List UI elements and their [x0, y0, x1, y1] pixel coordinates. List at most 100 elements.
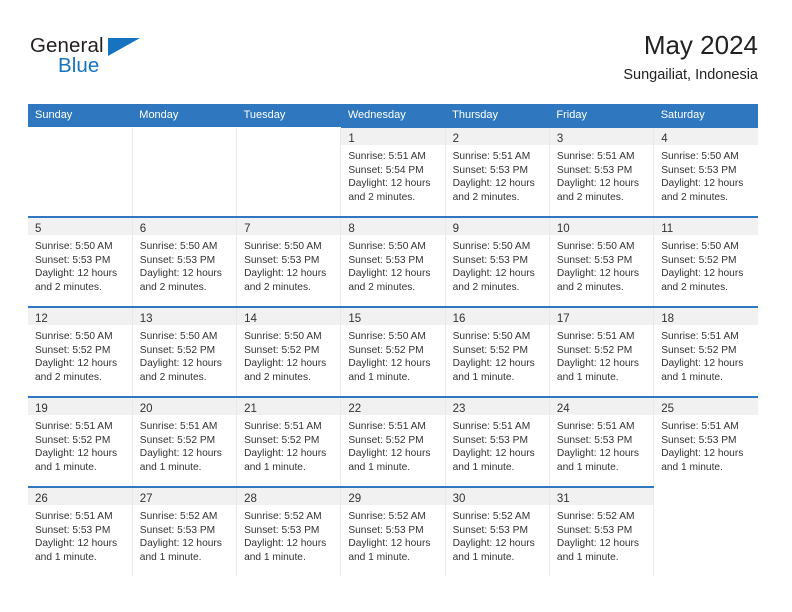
sunset-time: Sunset: 5:52 PM — [452, 344, 528, 356]
sunrise-time: Sunrise: 5:51 AM — [661, 331, 739, 342]
day-number: 29 — [348, 493, 362, 505]
daylight-duration-line2: and 1 minute. — [452, 371, 515, 383]
day-cell-details: Sunrise: 5:51 AM Sunset: 5:53 PM Daylight:… — [28, 505, 132, 564]
day-cell-details: Sunrise: 5:52 AM Sunset: 5:53 PM Daylight:… — [237, 505, 340, 564]
calendar-week-row: 1 Sunrise: 5:51 AM Sunset: 5:54 PM Daylight… — [28, 126, 758, 217]
daylight-duration-line1: Daylight: 12 hours — [452, 268, 535, 280]
calendar-day-cell[interactable]: 11 Sunrise: 5:50 AM Sunset: 5:52 PM Dayligh… — [653, 216, 758, 307]
weekday-header-monday: Monday — [132, 104, 237, 127]
day-number: 21 — [244, 403, 257, 415]
day-number-band: 1 — [341, 128, 445, 145]
sunrise-time: Sunrise: 5:51 AM — [556, 421, 635, 432]
calendar-day-cell[interactable]: 3 Sunrise: 5:51 AM Sunset: 5:53 PM Daylight… — [549, 126, 655, 217]
day-number: 20 — [139, 403, 153, 415]
day-number-band: 6 — [132, 218, 237, 235]
calendar-day-cell[interactable]: 15 Sunrise: 5:50 AM Sunset: 5:52 PM Dayligh… — [340, 306, 446, 397]
day-number-band: 26 — [28, 488, 132, 505]
sunrise-time: Sunrise: 5:52 AM — [452, 511, 531, 522]
title-block: May 2024 Sungailiat, Indonesia — [623, 28, 758, 86]
daylight-duration-line1: Daylight: 12 hours — [35, 358, 118, 370]
sunset-time: Sunset: 5:53 PM — [661, 164, 737, 176]
sunset-time: Sunset: 5:53 PM — [556, 164, 633, 176]
sunrise-time: Sunrise: 5:50 AM — [139, 331, 218, 342]
calendar-day-cell[interactable]: 4 Sunrise: 5:50 AM Sunset: 5:53 PM Daylight… — [653, 126, 758, 217]
daylight-duration-line1: Daylight: 12 hours — [35, 448, 118, 460]
calendar-day-cell[interactable]: 9 Sunrise: 5:50 AM Sunset: 5:53 PM Daylight… — [445, 216, 550, 307]
calendar-week-row: 5 Sunrise: 5:50 AM Sunset: 5:53 PM Daylight… — [28, 216, 758, 307]
calendar-day-cell[interactable]: 22 Sunrise: 5:51 AM Sunset: 5:52 PM Dayligh… — [340, 396, 446, 487]
calendar-day-cell[interactable]: 25 Sunrise: 5:51 AM Sunset: 5:53 PM Dayligh… — [653, 396, 758, 487]
daylight-duration-line1: Daylight: 12 hours — [35, 268, 118, 280]
day-cell-details: Sunrise: 5:50 AM Sunset: 5:52 PM Daylight:… — [341, 325, 444, 384]
day-number: 17 — [556, 313, 570, 325]
calendar-day-cell[interactable]: 23 Sunrise: 5:51 AM Sunset: 5:53 PM Dayligh… — [445, 396, 550, 487]
calendar-day-cell[interactable]: 24 Sunrise: 5:51 AM Sunset: 5:53 PM Dayligh… — [549, 396, 655, 487]
daylight-duration-line1: Daylight: 12 hours — [556, 538, 640, 550]
daylight-duration-line1: Daylight: 12 hours — [452, 358, 535, 370]
daylight-duration-line1: Daylight: 12 hours — [661, 448, 744, 460]
day-number-band: 16 — [445, 308, 549, 325]
sunset-time: Sunset: 5:53 PM — [35, 254, 111, 266]
calendar-day-cell[interactable]: 1 Sunrise: 5:51 AM Sunset: 5:54 PM Daylight… — [340, 126, 446, 217]
day-cell-details: Sunrise: 5:50 AM Sunset: 5:53 PM Daylight:… — [237, 235, 340, 294]
sunrise-time: Sunrise: 5:50 AM — [661, 241, 739, 252]
sunset-time: Sunset: 5:52 PM — [661, 254, 737, 266]
calendar-day-cell[interactable]: 27 Sunrise: 5:52 AM Sunset: 5:53 PM Dayligh… — [132, 486, 238, 576]
daylight-duration-line2: and 2 minutes. — [556, 281, 624, 293]
calendar-day-cell[interactable]: 13 Sunrise: 5:50 AM Sunset: 5:52 PM Dayligh… — [132, 306, 238, 397]
calendar-day-cell[interactable]: 12 Sunrise: 5:50 AM Sunset: 5:52 PM Dayligh… — [28, 306, 133, 397]
day-number-band: 19 — [28, 398, 132, 415]
sunrise-time: Sunrise: 5:51 AM — [35, 511, 113, 522]
daylight-duration-line2: and 1 minute. — [35, 551, 97, 563]
day-cell-details: Sunrise: 5:50 AM Sunset: 5:52 PM Daylight:… — [654, 235, 758, 294]
daylight-duration-line2: and 1 minute. — [452, 461, 515, 473]
daylight-duration-line1: Daylight: 12 hours — [348, 268, 431, 280]
day-number: 15 — [348, 313, 362, 325]
sunset-time: Sunset: 5:53 PM — [139, 524, 216, 536]
day-cell-details: Sunrise: 5:51 AM Sunset: 5:52 PM Daylight:… — [341, 415, 444, 474]
calendar-cell-empty — [236, 127, 342, 217]
calendar-day-cell[interactable]: 5 Sunrise: 5:50 AM Sunset: 5:53 PM Daylight… — [28, 216, 133, 307]
calendar-day-cell[interactable]: 16 Sunrise: 5:50 AM Sunset: 5:52 PM Dayligh… — [445, 306, 550, 397]
sunset-time: Sunset: 5:53 PM — [35, 524, 111, 536]
calendar-header-row: Sunday Monday Tuesday Wednesday Thursday… — [28, 104, 758, 127]
day-cell-details: Sunrise: 5:51 AM Sunset: 5:53 PM Daylight:… — [446, 145, 549, 204]
calendar-day-cell[interactable]: 28 Sunrise: 5:52 AM Sunset: 5:53 PM Dayligh… — [236, 486, 342, 576]
day-number: 16 — [452, 313, 466, 325]
sunrise-time: Sunrise: 5:50 AM — [348, 331, 426, 342]
calendar-day-cell[interactable]: 20 Sunrise: 5:51 AM Sunset: 5:52 PM Dayligh… — [132, 396, 238, 487]
calendar-day-cell[interactable]: 7 Sunrise: 5:50 AM Sunset: 5:53 PM Daylight… — [236, 216, 342, 307]
calendar-day-cell[interactable]: 6 Sunrise: 5:50 AM Sunset: 5:53 PM Daylight… — [132, 216, 238, 307]
daylight-duration-line1: Daylight: 12 hours — [556, 268, 640, 280]
daylight-duration-line2: and 1 minute. — [139, 551, 202, 563]
calendar-day-cell[interactable]: 30 Sunrise: 5:52 AM Sunset: 5:53 PM Dayligh… — [445, 486, 550, 576]
daylight-duration-line2: and 1 minute. — [661, 371, 723, 383]
calendar-day-cell[interactable]: 8 Sunrise: 5:50 AM Sunset: 5:53 PM Daylight… — [340, 216, 446, 307]
calendar-day-cell[interactable]: 18 Sunrise: 5:51 AM Sunset: 5:52 PM Dayligh… — [653, 306, 758, 397]
sunset-time: Sunset: 5:52 PM — [348, 434, 424, 446]
calendar-day-cell[interactable]: 29 Sunrise: 5:52 AM Sunset: 5:53 PM Dayligh… — [340, 486, 446, 576]
day-cell-details: Sunrise: 5:50 AM Sunset: 5:52 PM Daylight:… — [133, 325, 236, 384]
calendar-cell-empty — [28, 127, 133, 217]
day-cell-details: Sunrise: 5:51 AM Sunset: 5:53 PM Daylight:… — [446, 415, 549, 474]
sunrise-time: Sunrise: 5:50 AM — [661, 151, 739, 162]
sunset-time: Sunset: 5:52 PM — [556, 344, 633, 356]
calendar-day-cell[interactable]: 31 Sunrise: 5:52 AM Sunset: 5:53 PM Dayligh… — [549, 486, 655, 576]
day-number-band: 12 — [28, 308, 132, 325]
daylight-duration-line2: and 2 minutes. — [452, 281, 520, 293]
daylight-duration-line2: and 1 minute. — [661, 461, 723, 473]
calendar-day-cell[interactable]: 19 Sunrise: 5:51 AM Sunset: 5:52 PM Dayligh… — [28, 396, 133, 487]
calendar-week-row: 12 Sunrise: 5:50 AM Sunset: 5:52 PM Dayligh… — [28, 306, 758, 397]
sunset-time: Sunset: 5:53 PM — [452, 524, 528, 536]
calendar-day-cell[interactable]: 2 Sunrise: 5:51 AM Sunset: 5:53 PM Daylight… — [445, 126, 550, 217]
day-number: 3 — [556, 133, 564, 145]
day-cell-details: Sunrise: 5:50 AM Sunset: 5:53 PM Daylight:… — [341, 235, 444, 294]
page-header: General Blue May 2024 Sungailiat, Indone… — [28, 28, 758, 100]
calendar-day-cell[interactable]: 26 Sunrise: 5:51 AM Sunset: 5:53 PM Dayligh… — [28, 486, 133, 576]
calendar-day-cell[interactable]: 17 Sunrise: 5:51 AM Sunset: 5:52 PM Dayligh… — [549, 306, 655, 397]
calendar-day-cell[interactable]: 21 Sunrise: 5:51 AM Sunset: 5:52 PM Dayligh… — [236, 396, 342, 487]
calendar-day-cell[interactable]: 14 Sunrise: 5:50 AM Sunset: 5:52 PM Dayligh… — [236, 306, 342, 397]
general-blue-logo[interactable]: General Blue — [28, 34, 148, 86]
calendar-week-row: 26 Sunrise: 5:51 AM Sunset: 5:53 PM Dayligh… — [28, 486, 758, 576]
calendar-day-cell[interactable]: 10 Sunrise: 5:50 AM Sunset: 5:53 PM Dayligh… — [549, 216, 655, 307]
